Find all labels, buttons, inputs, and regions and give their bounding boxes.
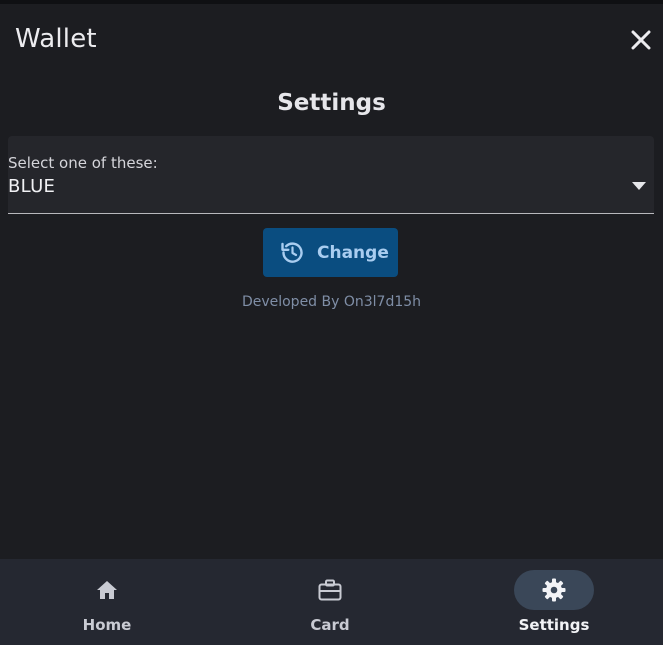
gear-icon <box>542 578 566 602</box>
close-button[interactable] <box>626 25 656 55</box>
dropdown-arrow-icon <box>632 182 646 190</box>
nav-label-card: Card <box>310 616 350 634</box>
nav-item-settings[interactable]: Settings <box>499 559 609 645</box>
app-title: Wallet <box>15 24 97 54</box>
bottom-navigation: Home Card Settings <box>0 559 663 645</box>
nav-item-card[interactable]: Card <box>275 559 385 645</box>
nav-label-settings: Settings <box>518 616 590 634</box>
change-button[interactable]: Change <box>263 228 398 277</box>
briefcase-icon <box>318 579 342 601</box>
home-icon <box>97 581 117 599</box>
developer-credit: Developed By On3l7d15h <box>241 294 422 310</box>
select-label: Select one of these: <box>8 154 158 172</box>
page-title: Settings <box>277 90 386 116</box>
close-icon <box>631 30 651 50</box>
nav-item-home[interactable]: Home <box>52 559 162 645</box>
nav-label-home: Home <box>82 616 132 634</box>
select-value: BLUE <box>8 176 56 197</box>
app-header: Wallet <box>0 4 663 76</box>
change-button-label: Change <box>317 243 389 263</box>
refresh-clock-icon <box>281 242 303 263</box>
color-select[interactable]: Select one of these: BLUE <box>8 136 654 214</box>
